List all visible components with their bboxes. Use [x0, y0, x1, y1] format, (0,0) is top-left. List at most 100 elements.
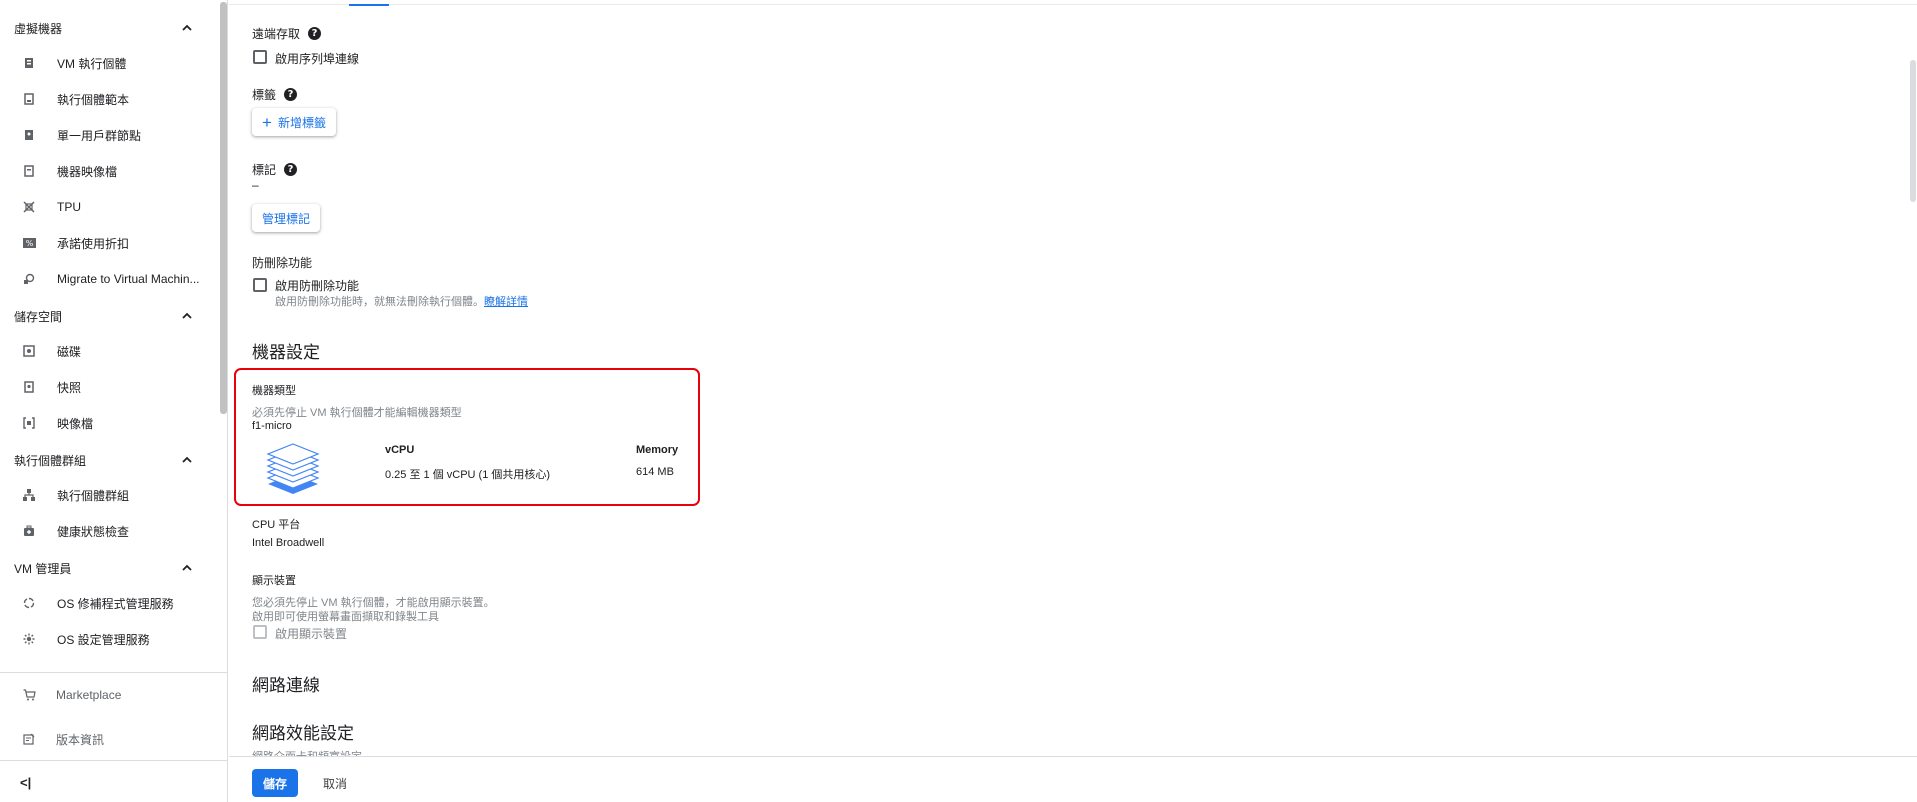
sidebar-item-vm-instances[interactable]: VM 執行個體: [0, 49, 212, 77]
sidebar-section-instance-groups[interactable]: 執行個體群組: [0, 447, 210, 473]
os-patch-icon: [22, 596, 36, 610]
machine-type-hint: 必須先停止 VM 執行個體才能編輯機器類型: [252, 407, 462, 419]
network-performance-hint: 網路介面卡和頻寬設定: [252, 748, 362, 756]
deletion-protection-hint: 啟用防刪除功能時，就無法刪除執行個體。瞭解詳情: [275, 293, 528, 309]
sidebar-section-vm-manager[interactable]: VM 管理員: [0, 555, 210, 581]
collapse-sidebar-button[interactable]: <|: [20, 775, 36, 791]
sidebar-item-label: 磁碟: [57, 344, 82, 359]
vcpu-value: 0.25 至 1 個 vCPU (1 個共用核心): [385, 469, 551, 481]
page-scrollbar[interactable]: [1910, 60, 1916, 202]
sidebar-item-committed-use-discounts[interactable]: % 承諾使用折扣: [0, 229, 212, 257]
deletion-protection-label: 防刪除功能: [252, 256, 313, 270]
sidebar-item-machine-images[interactable]: 機器映像檔: [0, 157, 212, 185]
sidebar-item-label: 單一用戶群節點: [57, 128, 142, 143]
sidebar-item-instance-groups[interactable]: 執行個體群組: [0, 481, 212, 509]
deletion-protection-checkbox-label: 啟用防刪除功能: [275, 279, 360, 293]
sidebar-item-health-checks[interactable]: 健康狀態檢查: [0, 517, 212, 545]
display-device-label: 顯示裝置: [252, 575, 296, 587]
collapse-bar: <|: [0, 760, 228, 802]
tags-value: –: [252, 178, 259, 192]
instance-template-icon: [22, 92, 36, 106]
sidebar-item-label: OS 設定管理服務: [57, 632, 150, 647]
sidebar-item-images[interactable]: 映像檔: [0, 409, 212, 437]
tags-label: 標記 ?: [252, 161, 298, 178]
section-title: 執行個體群組: [14, 453, 87, 468]
sidebar-item-label: 執行個體群組: [57, 488, 130, 503]
manage-tags-button[interactable]: 管理標記: [252, 204, 321, 232]
sidebar-section-storage[interactable]: 儲存空間: [0, 303, 210, 329]
help-icon[interactable]: ?: [284, 163, 298, 176]
add-label-button[interactable]: + 新增標籤: [252, 108, 336, 136]
remote-access-label: 遠端存取 ?: [252, 25, 322, 42]
snapshot-icon: [22, 380, 36, 394]
remote-access-label-text: 遠端存取: [252, 27, 301, 41]
svg-text:%: %: [25, 239, 33, 248]
sidebar-item-sole-tenant-nodes[interactable]: 單一用戶群節點: [0, 121, 212, 149]
sidebar-item-label: 機器映像檔: [57, 164, 118, 179]
manage-tags-button-text: 管理標記: [262, 211, 311, 226]
sole-tenant-node-icon: [22, 128, 36, 142]
sidebar-item-snapshots[interactable]: 快照: [0, 373, 212, 401]
machine-type-value: f1-micro: [252, 420, 292, 432]
section-title: 儲存空間: [14, 309, 63, 324]
active-tab-indicator: [349, 4, 389, 6]
form-footer: 儲存 取消: [229, 756, 1917, 802]
cancel-button[interactable]: 取消: [317, 769, 353, 797]
machine-config-heading: 機器設定: [252, 343, 320, 362]
display-device-checkbox-label: 啟用顯示裝置: [275, 627, 348, 641]
image-icon: [22, 416, 36, 430]
tags-label-text: 標記: [252, 163, 277, 177]
chevron-up-icon: [182, 564, 192, 571]
sidebar-item-migrate[interactable]: Migrate to Virtual Machin...: [0, 265, 212, 293]
display-device-checkbox[interactable]: [253, 625, 267, 639]
add-label-button-text: 新增標籤: [277, 115, 326, 130]
sidebar-section-vm[interactable]: 虛擬機器: [0, 15, 210, 41]
labels-label: 標籤 ?: [252, 86, 298, 103]
divider: [229, 4, 1917, 5]
sidebar-item-label: OS 修補程式管理服務: [57, 596, 174, 611]
sidebar-item-label: Migrate to Virtual Machin...: [57, 272, 200, 286]
release-notes-label: 版本資訊: [56, 732, 105, 747]
sidebar-item-tpu[interactable]: TPU: [0, 193, 212, 221]
display-device-hint-2: 啟用即可使用螢幕畫面擷取和錄製工具: [252, 611, 439, 623]
help-icon[interactable]: ?: [308, 27, 322, 40]
gear-icon: [22, 632, 36, 646]
chevron-up-icon: [182, 24, 192, 31]
sidebar-nav: 虛擬機器 VM 執行個體 執行個體範本 單一用戶群節點 機器映像檔 TPU % …: [0, 0, 228, 672]
serial-port-checkbox[interactable]: [253, 50, 267, 64]
section-title: VM 管理員: [14, 561, 72, 576]
deletion-protection-checkbox[interactable]: [253, 278, 267, 292]
memory-value: 614 MB: [636, 466, 674, 478]
vm-instance-icon: [22, 56, 36, 70]
sidebar-item-os-config[interactable]: OS 設定管理服務: [0, 625, 212, 653]
sidebar-item-label: 映像檔: [57, 416, 94, 431]
sidebar-item-label: TPU: [57, 200, 81, 214]
main-content: 遠端存取 ? 啟用序列埠連線 標籤 ? + 新增標籤 標記 ? – 管理標記 防…: [229, 0, 1917, 756]
migrate-icon: [22, 272, 36, 286]
vcpu-header: vCPU: [385, 444, 415, 456]
network-performance-heading: 網路效能設定: [252, 724, 354, 743]
sidebar-item-disks[interactable]: 磁碟: [0, 337, 212, 365]
plus-icon: +: [262, 112, 272, 132]
help-icon[interactable]: ?: [284, 88, 298, 101]
cart-icon: [22, 688, 36, 702]
instance-group-icon: [22, 488, 36, 502]
marketplace-link[interactable]: Marketplace: [0, 675, 228, 715]
networking-heading: 網路連線: [252, 676, 320, 695]
sidebar-item-label: 執行個體範本: [57, 92, 130, 107]
chevron-up-icon: [182, 456, 192, 463]
release-notes-link[interactable]: 版本資訊: [0, 719, 228, 759]
save-button[interactable]: 儲存: [252, 769, 298, 797]
deletion-protection-hint-text: 啟用防刪除功能時，就無法刪除執行個體。: [275, 296, 484, 308]
sidebar-item-os-patch[interactable]: OS 修補程式管理服務: [0, 589, 212, 617]
serial-port-checkbox-label: 啟用序列埠連線: [275, 52, 360, 66]
sidebar-item-label: 承諾使用折扣: [57, 236, 130, 251]
chevron-up-icon: [182, 312, 192, 319]
sidebar-scrollbar[interactable]: [220, 2, 227, 414]
learn-more-link[interactable]: 瞭解詳情: [484, 296, 528, 308]
machine-stack-icon: [266, 443, 320, 494]
cpu-platform-label: CPU 平台: [252, 519, 301, 531]
section-title: 虛擬機器: [14, 21, 63, 36]
machine-type-label: 機器類型: [252, 385, 296, 397]
sidebar-item-instance-templates[interactable]: 執行個體範本: [0, 85, 212, 113]
